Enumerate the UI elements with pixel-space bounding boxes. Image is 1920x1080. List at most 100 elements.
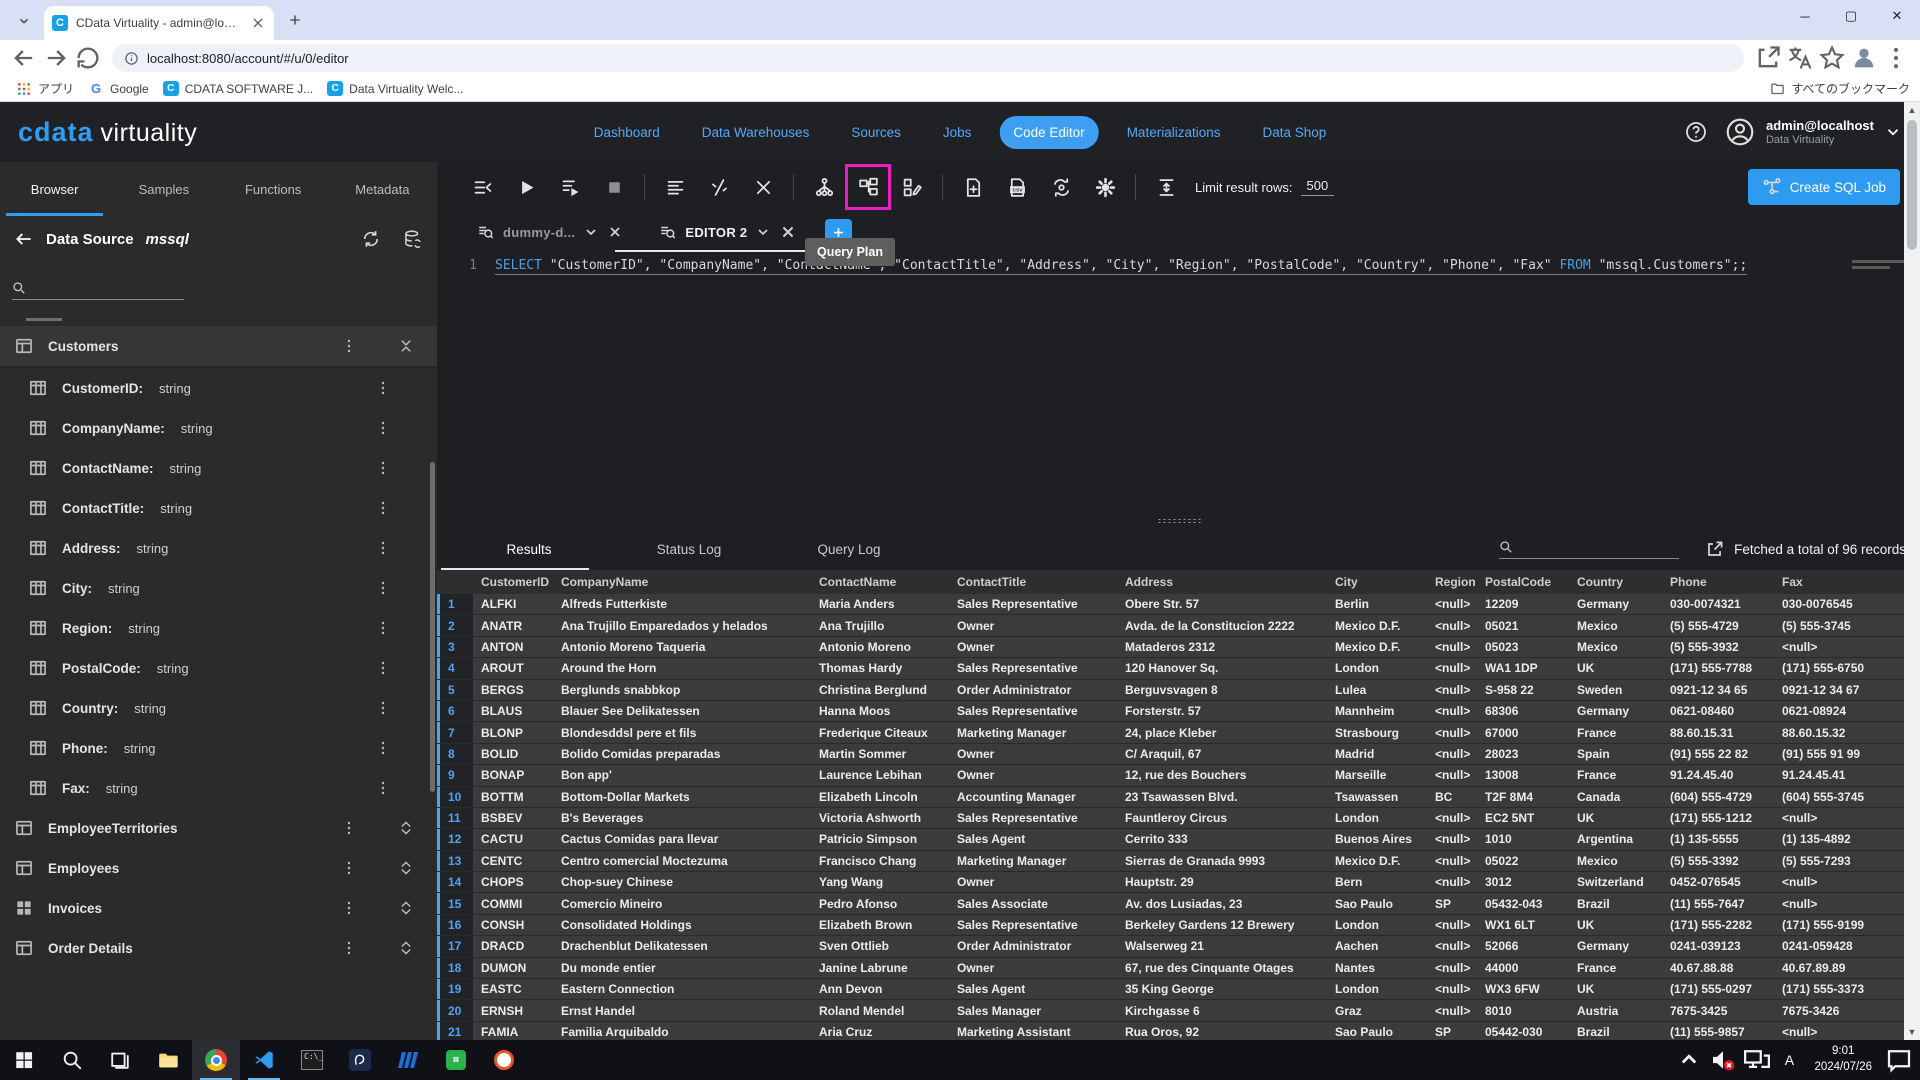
- panel-splitter[interactable]: [437, 514, 1920, 528]
- chrome-icon[interactable]: [192, 1040, 240, 1080]
- scroll-thumb[interactable]: [1907, 120, 1917, 250]
- unfold-less-icon[interactable]: [397, 337, 415, 355]
- ime-indicator[interactable]: A: [1776, 1052, 1802, 1068]
- kebab-menu-icon[interactable]: [375, 740, 391, 756]
- table-row[interactable]: 8 BOLID Bolido Comidas preparadas Martin So…: [437, 743, 1920, 766]
- forward-icon[interactable]: [42, 44, 70, 72]
- tree-column-country[interactable]: Country: string: [0, 688, 437, 728]
- tree-column-companyname[interactable]: CompanyName: string: [0, 408, 437, 448]
- table-row[interactable]: 7 BLONP Blondesddsl pere et fils Frederique…: [437, 722, 1920, 744]
- table-row[interactable]: 21 FAMIA Familia Arquibaldo Aria Cruz Market…: [437, 1021, 1920, 1040]
- blue-app-icon[interactable]: [384, 1040, 432, 1080]
- dependency-tree-icon[interactable]: [805, 168, 843, 206]
- settings-gear-icon[interactable]: [1086, 168, 1124, 206]
- explain-plan-icon[interactable]: [893, 168, 931, 206]
- tray-chevron-up-icon[interactable]: [1674, 1040, 1704, 1080]
- new-file-icon[interactable]: [954, 168, 992, 206]
- green-app-icon[interactable]: ⌗: [432, 1040, 480, 1080]
- toggle-comment-icon[interactable]: [700, 168, 738, 206]
- clear-editor-icon[interactable]: [744, 168, 782, 206]
- kebab-menu-icon[interactable]: [341, 820, 357, 836]
- column-header-country[interactable]: Country: [1569, 575, 1662, 589]
- results-tab-results[interactable]: Results: [441, 528, 609, 570]
- profile-avatar-icon[interactable]: [1850, 44, 1878, 72]
- bookmark-item[interactable]: アプリ: [10, 78, 80, 99]
- tab-close-icon[interactable]: [607, 224, 623, 240]
- table-row[interactable]: 3 ANTON Antonio Moreno Taqueria Antonio Mor…: [437, 636, 1920, 659]
- column-header-address[interactable]: Address: [1117, 575, 1327, 589]
- query-plan-icon[interactable]: [845, 164, 891, 210]
- taskbar-clock[interactable]: 9:01 2024/07/26: [1806, 1044, 1880, 1075]
- nav-code-editor[interactable]: Code Editor: [999, 115, 1099, 149]
- tree-table-employeeterritories[interactable]: EmployeeTerritories: [0, 808, 437, 848]
- back-icon[interactable]: [10, 44, 38, 72]
- nav-data-shop[interactable]: Data Shop: [1248, 116, 1340, 149]
- kebab-menu-icon[interactable]: [375, 500, 391, 516]
- tree-column-contactname[interactable]: ContactName: string: [0, 448, 437, 488]
- translate-icon[interactable]: [1786, 44, 1814, 72]
- stop-icon[interactable]: [595, 168, 633, 206]
- start-icon[interactable]: [0, 1040, 48, 1080]
- bookmark-item[interactable]: C Data Virtuality Welc...: [321, 79, 469, 99]
- table-row[interactable]: 16 CONSH Consolidated Holdings Elizabeth Br…: [437, 914, 1920, 937]
- run-selection-icon[interactable]: [551, 168, 589, 206]
- reload-icon[interactable]: [74, 44, 102, 72]
- tree-column-postalcode[interactable]: PostalCode: string: [0, 648, 437, 688]
- network-icon[interactable]: [1742, 1040, 1772, 1080]
- execute-multiple-icon[interactable]: [463, 168, 501, 206]
- speaker-muted-icon[interactable]: [1708, 1040, 1738, 1080]
- results-search-input[interactable]: [1499, 540, 1680, 559]
- file-explorer-icon[interactable]: [144, 1040, 192, 1080]
- find-replace-icon[interactable]: [1042, 168, 1080, 206]
- tree-column-city[interactable]: City: string: [0, 568, 437, 608]
- taskbar-search-icon[interactable]: [48, 1040, 96, 1080]
- kebab-menu-icon[interactable]: [375, 540, 391, 556]
- table-row[interactable]: 6 BLAUS Blauer See Delikatessen Hanna Moos S…: [437, 700, 1920, 723]
- page-scrollbar[interactable]: ▲ ▼: [1904, 102, 1920, 1040]
- open-external-icon[interactable]: [1705, 540, 1724, 559]
- terminal-icon[interactable]: C:\_: [288, 1040, 336, 1080]
- tab-chevron-down-icon[interactable]: [583, 224, 599, 240]
- bookmark-item[interactable]: C CDATA SOFTWARE J...: [157, 79, 319, 99]
- run-icon[interactable]: [507, 168, 545, 206]
- kebab-menu-icon[interactable]: [375, 460, 391, 476]
- kebab-menu-icon[interactable]: [375, 620, 391, 636]
- create-sql-job-button[interactable]: Create SQL Job: [1747, 169, 1900, 205]
- table-row[interactable]: 19 EASTC Eastern Connection Ann Devon Sales …: [437, 979, 1920, 1001]
- column-header-postalcode[interactable]: PostalCode: [1477, 575, 1569, 589]
- column-header-contactname[interactable]: ContactName: [811, 575, 949, 589]
- tree-table-order-details[interactable]: Order Details: [0, 928, 437, 968]
- bookmark-star-icon[interactable]: [1818, 44, 1846, 72]
- window-minimize-button[interactable]: ─: [1782, 0, 1828, 32]
- column-header-fax[interactable]: Fax: [1774, 575, 1920, 589]
- table-row[interactable]: 10 BOTTM Bottom-Dollar Markets Elizabeth Li…: [437, 786, 1920, 808]
- sidebar-scrollbar[interactable]: [430, 462, 435, 792]
- site-info-icon[interactable]: [124, 51, 139, 66]
- help-icon[interactable]: [1684, 120, 1708, 144]
- database-sync-icon[interactable]: [403, 229, 423, 249]
- tree-column-phone[interactable]: Phone: string: [0, 728, 437, 768]
- new-tab-button[interactable]: [282, 7, 308, 33]
- nav-jobs[interactable]: Jobs: [929, 116, 986, 149]
- table-row[interactable]: 20 ERNSH Ernst Handel Roland Mendel Sales Ma…: [437, 1000, 1920, 1022]
- url-input[interactable]: localhost:8080/account/#/u/0/editor: [112, 44, 1744, 72]
- unfold-more-icon[interactable]: [397, 939, 415, 957]
- tab-search-button[interactable]: [10, 7, 38, 35]
- kebab-menu-icon[interactable]: [375, 380, 391, 396]
- tab-chevron-down-icon[interactable]: [755, 224, 771, 240]
- table-row[interactable]: 4 AROUT Around the Horn Thomas Hardy Sales R…: [437, 658, 1920, 680]
- export-csv-icon[interactable]: CSV: [998, 168, 1036, 206]
- kebab-menu-icon[interactable]: [375, 660, 391, 676]
- orange-app-icon[interactable]: [480, 1040, 528, 1080]
- tab-close-icon[interactable]: [779, 223, 797, 241]
- table-row[interactable]: 14 CHOPS Chop-suey Chinese Yang Wang Owner Ha…: [437, 872, 1920, 894]
- kebab-menu-icon[interactable]: [341, 940, 357, 956]
- kebab-menu-icon[interactable]: [375, 580, 391, 596]
- editor-tab-editor2[interactable]: EDITOR 2: [615, 212, 816, 252]
- tree-column-region[interactable]: Region: string: [0, 608, 437, 648]
- tree-table-employees[interactable]: Employees: [0, 848, 437, 888]
- results-tab-status-log[interactable]: Status Log: [609, 528, 769, 570]
- table-row[interactable]: 1 ALFKI Alfreds Futterkiste Maria Anders Sal…: [437, 594, 1920, 616]
- window-close-button[interactable]: ✕: [1874, 0, 1920, 32]
- results-tab-query-log[interactable]: Query Log: [769, 528, 929, 570]
